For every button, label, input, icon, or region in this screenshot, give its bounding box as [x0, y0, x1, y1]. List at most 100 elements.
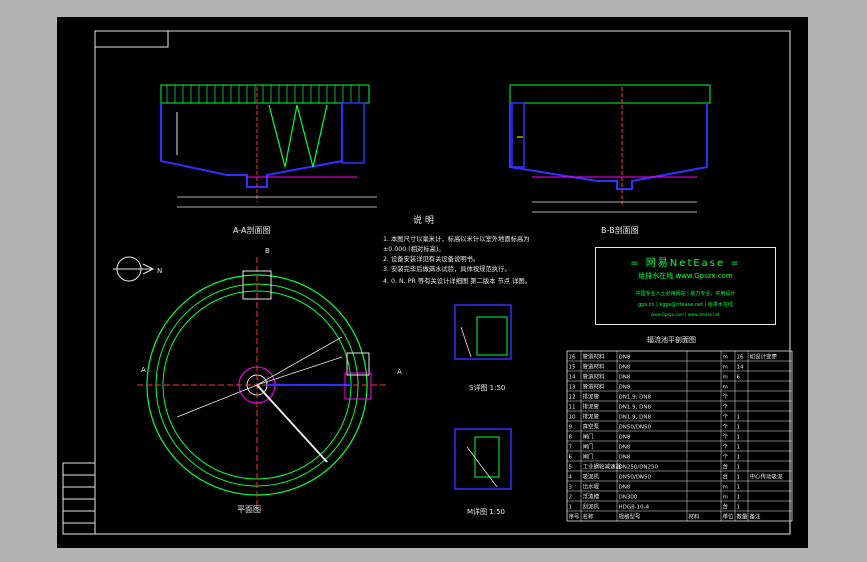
banner-line-5: www.Gpszx.com | www.ntease.net — [651, 312, 720, 317]
table-cell: 10 — [569, 415, 576, 421]
table-cell: 浮渣槽 — [583, 493, 600, 501]
table-cell: m — [723, 385, 728, 391]
plan-drawing — [137, 257, 387, 507]
note-line-1: 1. 本图尺寸以毫米计，标高以米计以室外地面标高为 — [383, 234, 530, 243]
notes-title: 说 明 — [413, 214, 434, 226]
detail-m-label: M详图 1:50 — [467, 507, 505, 516]
table-cell: 序号 — [569, 513, 581, 521]
banner-line-1: = 网易NetEase = — [630, 258, 741, 269]
table-cell: 1 — [569, 505, 573, 511]
table-cell: 1 — [737, 445, 741, 451]
table-cell: 如设计变更 — [750, 353, 778, 361]
table-cell: 1 — [737, 435, 741, 441]
table-cell: 个 — [723, 394, 729, 401]
banner-line-4: gps.cn | kgps@ntease.net | 给排水在线 — [638, 302, 733, 308]
table-cell: 5 — [569, 465, 573, 471]
table-cell: 6 — [569, 455, 573, 461]
corner-box — [94, 30, 169, 48]
table-cell: 管道材料 — [583, 383, 606, 391]
table-cell: 3 — [569, 485, 573, 491]
table-cell: 吸泥机 — [583, 473, 600, 481]
table-cell: 6 — [737, 375, 741, 381]
netease-banner: = 网易NetEase = 给排水在线 www.Gpszx.com 中国专业人士… — [595, 247, 776, 325]
table-cell: 真空泵 — [583, 423, 600, 431]
table-cell: 1 — [737, 415, 741, 421]
table-cell: 工业蜗轮减速器 — [583, 463, 622, 471]
table-cell: 7 — [569, 445, 573, 451]
table-cell: 排泥管 — [583, 413, 600, 421]
table-cell: DN8 — [619, 385, 631, 391]
table-cell: 中心传动吸泥 — [750, 473, 784, 481]
table-cell: 个 — [723, 424, 729, 431]
table-cell: DN8 — [619, 435, 631, 441]
table-cell: 1 — [737, 495, 741, 501]
table-cell: 个 — [723, 404, 729, 411]
table-title: 辐流池平剖面图 — [647, 335, 696, 344]
compass-north: N — [157, 267, 162, 275]
section-bb-label: B-B剖面图 — [601, 225, 639, 235]
table-cell: 出水堰 — [583, 483, 600, 491]
section-aa-label: A-A剖面图 — [233, 225, 270, 235]
table-cell: m — [723, 485, 728, 491]
table-cell: DN1.9, DN8 — [619, 415, 652, 421]
section-aa-drawing — [160, 84, 377, 208]
drawing-sheet: A-A剖面图 B-B剖面图 平面图 A A B N 说 明 1. 本图尺寸以毫米… — [57, 17, 808, 548]
table-cell: 个 — [723, 454, 729, 461]
table-cell: 数量 — [737, 513, 749, 521]
table-cell: 8 — [569, 435, 573, 441]
note-line-3: 2. 设备安装详见有关设备说明书。 — [383, 254, 479, 263]
table-cell: 管道材料 — [583, 373, 606, 381]
table-cell: 材料 — [689, 513, 701, 521]
compass-icon — [113, 256, 155, 282]
table-cell: 1 — [737, 465, 741, 471]
table-cell: DN8 — [619, 445, 631, 451]
table-cell: 管道材料 — [583, 363, 606, 371]
table-cell: DN8 — [619, 375, 631, 381]
table-cell: DN1.9, DN8 — [619, 405, 652, 411]
table-cell: 16 — [737, 355, 744, 361]
table-cell: 2 — [569, 495, 573, 501]
table-cell: DN300 — [619, 495, 638, 501]
detail-s-label: S详图 1:50 — [469, 383, 505, 392]
table-cell: 11 — [569, 405, 576, 411]
table-cell: 规格型号 — [619, 513, 642, 521]
banner-line-3: 中国专业人士必用网站 | 助力专业，实用设计 — [635, 291, 736, 297]
table-cell: DN50/DN50 — [619, 425, 652, 431]
table-cell: 闸门 — [583, 453, 594, 461]
label-a-left: A — [141, 366, 146, 374]
table-cell: 个 — [723, 444, 729, 451]
note-line-4: 3. 安装完毕后做满水试验，具体按规范执行。 — [383, 264, 511, 273]
table-cell: 刮泥机 — [583, 503, 600, 511]
table-cell: 备注 — [750, 513, 762, 521]
parts-table: 16 管道材料 DN8 m 16 如设计变更15 管道材料 DN8 m 1414 管道材料 DN8 m 6… — [566, 350, 793, 522]
table-cell: 单位 — [723, 513, 735, 521]
table-cell: DN250/DN250 — [619, 465, 659, 471]
table-cell: 16 — [569, 355, 576, 361]
table-cell: 排泥管 — [583, 403, 600, 411]
table-cell: m — [723, 365, 728, 371]
plan-label: 平面图 — [237, 505, 261, 514]
left-title-block — [62, 462, 96, 535]
table-cell: m — [723, 355, 728, 361]
detail-s-drawing — [454, 304, 512, 360]
table-cell: 13 — [569, 385, 576, 391]
banner-line-2: 给排水在线 www.Gpszx.com — [638, 272, 733, 280]
table-cell: DN8 — [619, 365, 631, 371]
table-cell: 1 — [737, 505, 741, 511]
table-cell: DN8 — [619, 455, 631, 461]
table-cell: 个 — [723, 434, 729, 441]
table-cell: 排泥管 — [583, 393, 600, 401]
label-b-top: B — [265, 247, 270, 255]
table-cell: 个 — [723, 414, 729, 421]
table-cell: 12 — [569, 395, 576, 401]
table-cell: DN8 — [619, 485, 631, 491]
table-cell: 15 — [569, 365, 576, 371]
table-cell: 1 — [737, 425, 741, 431]
table-cell: m — [723, 495, 728, 501]
table-cell: DN1.9, DN8 — [619, 395, 652, 401]
table-cell: 14 — [737, 365, 744, 371]
table-cell: 闸门 — [583, 433, 594, 441]
table-cell: 台 — [723, 473, 729, 481]
note-line-2: ±0.000 (相对标高)。 — [383, 244, 445, 253]
table-cell: 1 — [737, 485, 741, 491]
